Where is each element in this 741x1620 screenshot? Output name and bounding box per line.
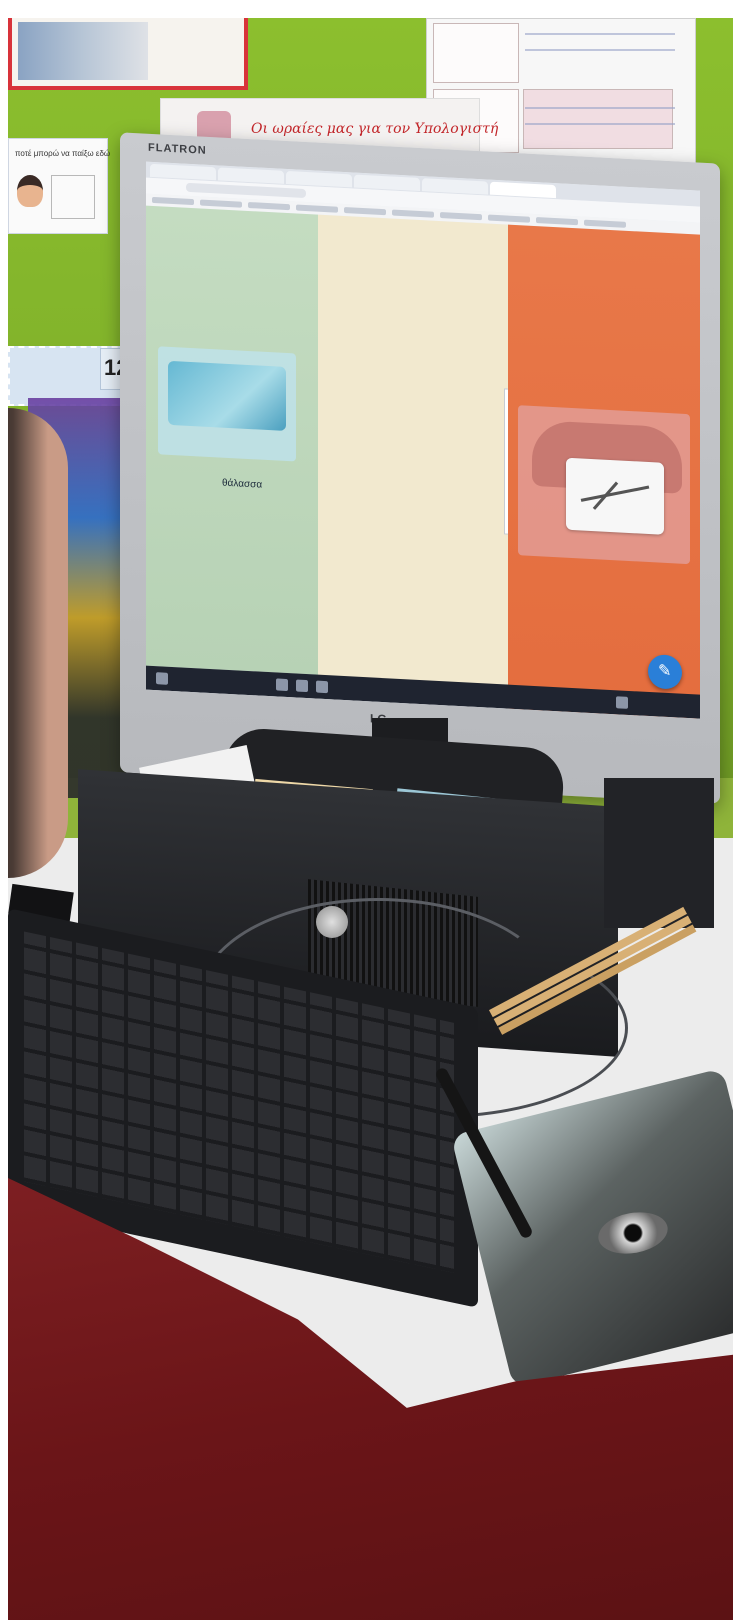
child-head <box>8 408 68 878</box>
orange-column <box>508 224 700 719</box>
wall-card-left: ποτέ μπορώ να παίξω εδώ <box>8 138 111 234</box>
photo: Οι ωραίες μας για τον Υπολογιστή ποτέ μπ… <box>8 18 733 1620</box>
small-card-text: ποτέ μπορώ να παίξω εδώ <box>15 149 111 158</box>
airplane-image <box>566 457 664 535</box>
sea-card[interactable] <box>158 346 296 462</box>
plane-card[interactable] <box>518 405 690 565</box>
taskbar-app-icon[interactable] <box>296 679 308 693</box>
boat-image <box>168 360 286 431</box>
taskbar-app-icon[interactable] <box>316 680 328 694</box>
notification-icon[interactable] <box>616 696 628 709</box>
start-icon[interactable] <box>156 672 168 685</box>
screen: θάλασσα <box>146 161 700 719</box>
monitor-brand: FLATRON <box>148 141 207 157</box>
green-column: θάλασσα <box>146 205 318 675</box>
poster-caption: Οι ωραίες μας για τον Υπολογιστή <box>251 121 499 137</box>
taskbar-app-icon[interactable] <box>276 678 288 692</box>
speaker <box>604 778 714 928</box>
sea-label: θάλασσα <box>222 477 263 491</box>
beige-column <box>318 214 664 695</box>
child-face-icon <box>17 175 43 207</box>
wall-poster-top-left <box>8 18 248 90</box>
monitor: FLATRON θάλασσα ✎ <box>120 132 720 804</box>
